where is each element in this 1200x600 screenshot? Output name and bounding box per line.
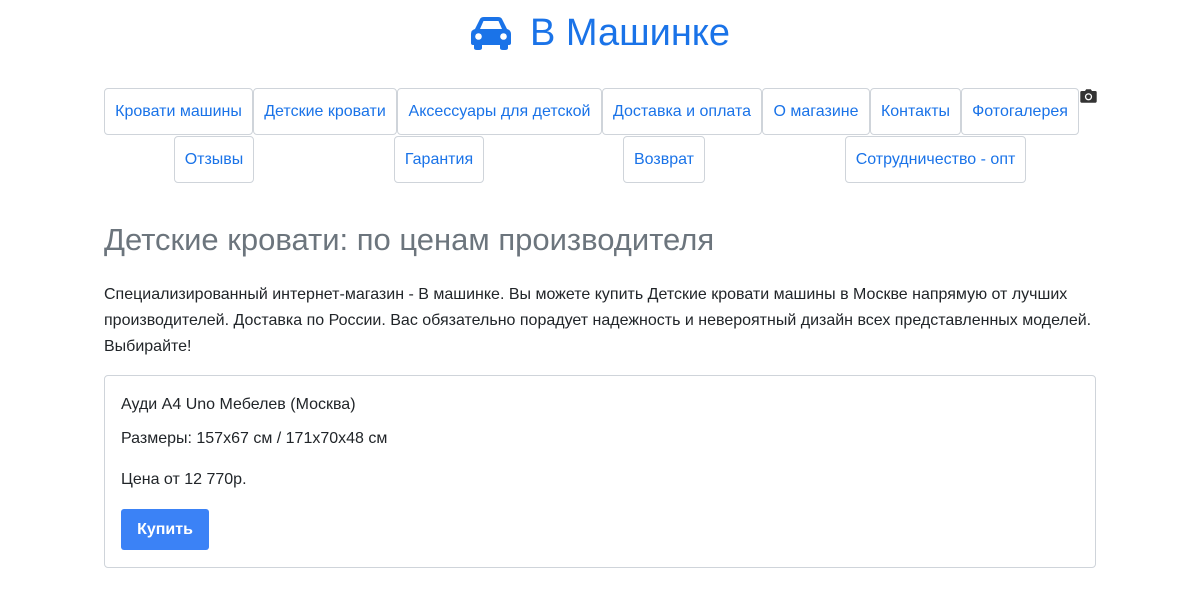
- car-icon: [470, 16, 512, 50]
- nav-item-delivery[interactable]: Доставка и оплата: [602, 88, 762, 135]
- buy-button[interactable]: Купить: [121, 509, 209, 550]
- nav-item-contacts[interactable]: Контакты: [870, 88, 961, 135]
- nav-item-beds-cars[interactable]: Кровати машины: [104, 88, 253, 135]
- site-title[interactable]: В Машинке: [530, 10, 730, 56]
- intro-text: Специализированный интернет-магазин - В …: [104, 286, 1092, 355]
- product-sizes: Размеры: 157x67 см / 171x70x48 см: [121, 430, 388, 447]
- nav-item-return[interactable]: Возврат: [623, 136, 705, 183]
- site-header[interactable]: В Машинке: [0, 10, 1200, 56]
- nav-item-gallery[interactable]: Фотогалерея: [961, 88, 1079, 135]
- product-card: Ауди А4 Uno Мебелев (Москва) Размеры: 15…: [104, 375, 1096, 568]
- page: В Машинке Кровати машины Детские кровати…: [0, 0, 1200, 600]
- product-name: Ауди А4 Uno Мебелев (Москва): [121, 396, 356, 413]
- nav-item-wholesale[interactable]: Сотрудничество - опт: [845, 136, 1026, 183]
- camera-icon: [1080, 89, 1097, 103]
- product-price: Цена от 12 770р.: [121, 471, 247, 488]
- nav-item-about[interactable]: О магазине: [762, 88, 870, 135]
- nav-item-accessories[interactable]: Аксессуары для детской: [397, 88, 602, 135]
- nav-item-kids-beds[interactable]: Детские кровати: [253, 88, 397, 135]
- nav-item-reviews[interactable]: Отзывы: [174, 136, 254, 183]
- page-title: Детские кровати: по ценам производителя: [104, 222, 715, 257]
- nav-item-warranty[interactable]: Гарантия: [394, 136, 484, 183]
